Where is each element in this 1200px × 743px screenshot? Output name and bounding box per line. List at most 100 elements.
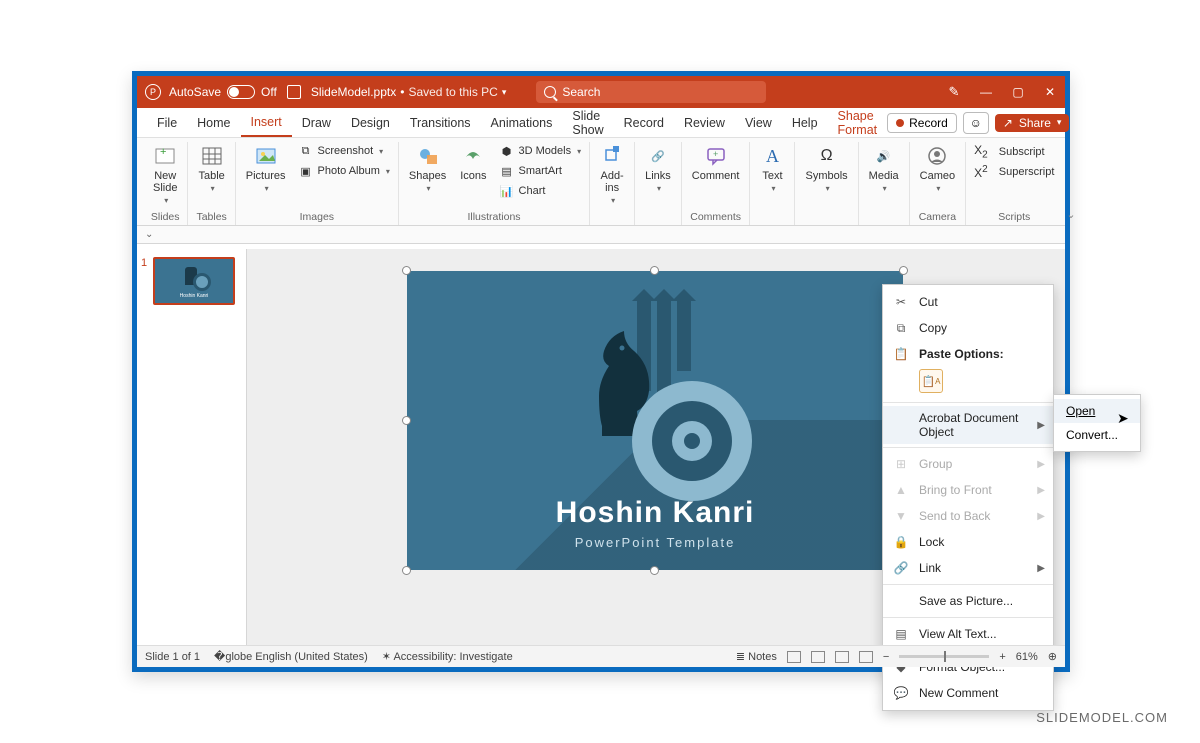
subscript-button[interactable]: X2 Subscript xyxy=(972,142,1056,161)
tab-design[interactable]: Design xyxy=(341,108,400,137)
text-button[interactable]: AText▾ xyxy=(756,142,788,195)
symbols-button[interactable]: ΩSymbols▾ xyxy=(801,142,851,195)
links-button[interactable]: 🔗Links▾ xyxy=(641,142,675,195)
powerpoint-icon: P xyxy=(145,84,161,100)
search-box[interactable]: Search xyxy=(536,81,766,103)
addins-button[interactable]: Add- ins▾ xyxy=(596,142,628,207)
pictures-button[interactable]: Pictures▾ xyxy=(242,142,290,195)
document-filename[interactable]: SlideModel.pptx xyxy=(311,85,396,99)
lock-icon: 🔒 xyxy=(893,534,909,550)
table-button[interactable]: Table▾ xyxy=(194,142,228,195)
coming-soon-icon[interactable] xyxy=(947,85,961,99)
screenshot-button[interactable]: ⧉Screenshot▾ xyxy=(296,142,392,160)
normal-view-button[interactable] xyxy=(787,651,801,663)
media-button[interactable]: 🔊Media▾ xyxy=(865,142,903,195)
slide-canvas[interactable]: Hoshin Kanri PowerPoint Template ✂Cut ⧉C… xyxy=(247,249,1065,645)
record-button[interactable]: Record xyxy=(887,113,957,133)
submenu-convert[interactable]: Convert... xyxy=(1054,423,1140,447)
language-status[interactable]: �globe English (United States) xyxy=(214,650,368,663)
autosave-switch-icon[interactable] xyxy=(227,85,255,99)
bring-front-icon: ▲ xyxy=(893,482,909,498)
shapes-button[interactable]: Shapes▾ xyxy=(405,142,450,195)
icons-button[interactable]: Icons xyxy=(456,142,490,184)
tab-transitions[interactable]: Transitions xyxy=(400,108,481,137)
ctx-lock[interactable]: 🔒Lock xyxy=(883,529,1053,555)
chart-button[interactable]: 📊Chart xyxy=(497,182,584,200)
sorter-view-button[interactable] xyxy=(811,651,825,663)
close-button[interactable]: ✕ xyxy=(1043,85,1057,99)
link-icon: 🔗 xyxy=(893,560,909,576)
slideshow-view-button[interactable] xyxy=(859,651,873,663)
feedback-button[interactable]: ☺ xyxy=(963,112,989,134)
workspace: 1 Hoshin Kanri Hoshin Kanri PowerPoint T… xyxy=(137,249,1065,645)
ctx-bring-to-front: ▲Bring to Front▶ xyxy=(883,477,1053,503)
symbols-icon: Ω xyxy=(815,144,839,168)
zoom-slider[interactable] xyxy=(899,655,989,658)
status-bar: Slide 1 of 1 �globe English (United Stat… xyxy=(137,645,1065,667)
autosave-state: Off xyxy=(261,85,277,99)
reading-view-button[interactable] xyxy=(835,651,849,663)
ctx-send-to-back: ▼Send to Back▶ xyxy=(883,503,1053,529)
save-icon[interactable] xyxy=(287,85,301,99)
selection-handle[interactable] xyxy=(650,266,659,275)
selection-handle[interactable] xyxy=(899,266,908,275)
notes-button[interactable]: ≣ Notes xyxy=(736,650,777,663)
3d-models-button[interactable]: ⬢3D Models▾ xyxy=(497,142,584,160)
smartart-button[interactable]: ▤SmartArt xyxy=(497,162,584,180)
tab-animations[interactable]: Animations xyxy=(481,108,563,137)
ctx-cut[interactable]: ✂Cut xyxy=(883,289,1053,315)
tab-file[interactable]: File xyxy=(147,108,187,137)
cameo-button[interactable]: Cameo▾ xyxy=(916,142,959,195)
slide-thumbnail[interactable]: 1 Hoshin Kanri xyxy=(143,257,240,305)
ctx-group: ⊞Group▶ xyxy=(883,451,1053,477)
tab-record[interactable]: Record xyxy=(614,108,674,137)
tab-home[interactable]: Home xyxy=(187,108,240,137)
save-status[interactable]: Saved to this PC xyxy=(408,85,497,99)
slide-thumbnail-panel[interactable]: 1 Hoshin Kanri xyxy=(137,249,247,645)
comment-button[interactable]: +Comment xyxy=(688,142,744,184)
ctx-view-alt-text[interactable]: ▤View Alt Text... xyxy=(883,621,1053,647)
tab-shape-format[interactable]: Shape Format xyxy=(828,108,888,137)
accessibility-status[interactable]: ✶ Accessibility: Investigate xyxy=(382,650,513,663)
comment-icon: 💬 xyxy=(893,685,909,701)
zoom-level[interactable]: 61% xyxy=(1016,651,1038,663)
tab-review[interactable]: Review xyxy=(674,108,735,137)
selection-handle[interactable] xyxy=(402,266,411,275)
save-status-dropdown-icon[interactable]: ▾ xyxy=(502,87,507,98)
ctx-save-as-picture[interactable]: Save as Picture... xyxy=(883,588,1053,614)
zoom-out-button[interactable]: − xyxy=(883,651,889,663)
photo-album-icon: ▣ xyxy=(298,163,314,179)
ribbon-options-chevron-icon[interactable]: ⌄ xyxy=(1062,204,1079,225)
zoom-in-button[interactable]: + xyxy=(999,651,1005,663)
tab-draw[interactable]: Draw xyxy=(292,108,341,137)
group-label-slides: Slides xyxy=(151,211,180,225)
selection-handle[interactable] xyxy=(650,566,659,575)
submenu-open[interactable]: Open xyxy=(1054,399,1140,423)
tab-slideshow[interactable]: Slide Show xyxy=(562,108,613,137)
media-icon: 🔊 xyxy=(872,144,896,168)
fit-to-window-button[interactable]: ⊕ xyxy=(1048,650,1057,663)
autosave-toggle[interactable]: AutoSave Off xyxy=(169,85,277,99)
ctx-link[interactable]: 🔗Link▶ xyxy=(883,555,1053,581)
collapse-chevron-icon: ⌄ xyxy=(145,229,153,240)
share-button[interactable]: ↗Share▾ xyxy=(995,114,1070,132)
selection-handle[interactable] xyxy=(402,416,411,425)
tab-view[interactable]: View xyxy=(735,108,782,137)
tab-insert[interactable]: Insert xyxy=(241,108,292,137)
tab-help[interactable]: Help xyxy=(782,108,828,137)
ctx-acrobat-object[interactable]: Acrobat Document Object▶ xyxy=(883,406,1053,444)
selection-handle[interactable] xyxy=(402,566,411,575)
paste-option-keep-text[interactable]: 📋A xyxy=(919,369,943,393)
ctx-new-comment[interactable]: 💬New Comment xyxy=(883,680,1053,706)
ctx-copy[interactable]: ⧉Copy xyxy=(883,315,1053,341)
ribbon: +New Slide▾ Slides Table▾ Tables Picture… xyxy=(137,138,1065,226)
group-label-images: Images xyxy=(300,211,334,225)
new-slide-button[interactable]: +New Slide▾ xyxy=(149,142,181,207)
maximize-button[interactable]: ▢ xyxy=(1011,85,1025,99)
photo-album-button[interactable]: ▣Photo Album▾ xyxy=(296,162,392,180)
superscript-button[interactable]: X2 Superscript xyxy=(972,163,1056,181)
slide-counter[interactable]: Slide 1 of 1 xyxy=(145,651,200,663)
ribbon-collapse-row[interactable]: ⌄ xyxy=(137,226,1065,244)
embedded-object[interactable]: Hoshin Kanri PowerPoint Template xyxy=(407,271,903,570)
minimize-button[interactable]: — xyxy=(979,85,993,99)
